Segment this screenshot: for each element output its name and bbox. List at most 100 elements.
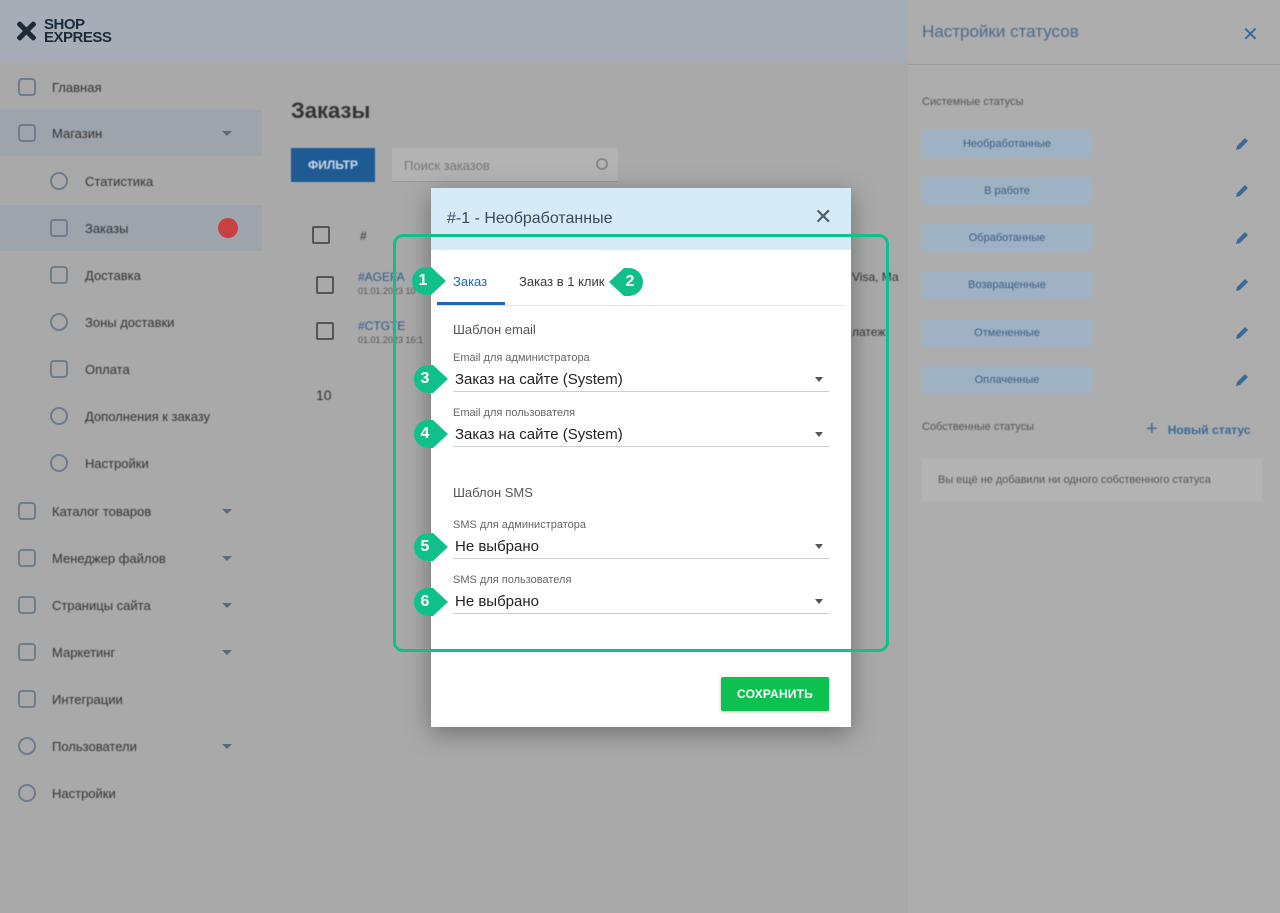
search-input[interactable]: Поиск заказов [392, 148, 618, 182]
sidebar-item-label: Доставка [85, 267, 141, 283]
sidebar-item-marketing[interactable]: Маркетинг [0, 629, 262, 675]
sidebar-item-orders[interactable]: Заказы [0, 205, 262, 251]
status-pill[interactable]: Обработанные [922, 224, 1092, 252]
sidebar-item-label: Каталог товаров [52, 503, 152, 519]
chevron-down-icon [222, 555, 232, 561]
sidebar-item-label: Менеджер файлов [52, 550, 166, 566]
plus-circle-icon [50, 407, 68, 425]
system-statuses-label: Системные статусы [922, 96, 1024, 108]
search-icon [596, 158, 608, 170]
sidebar-item-delivery[interactable]: Доставка [0, 252, 262, 298]
sidebar-item-label: Магазин [52, 125, 103, 141]
select-all-checkbox[interactable] [312, 226, 330, 244]
pencil-icon[interactable] [1234, 325, 1250, 341]
basket-icon [50, 219, 68, 237]
page-size-select[interactable]: 10 [316, 387, 332, 403]
book-icon [18, 502, 36, 520]
close-icon[interactable]: ✕ [1242, 22, 1259, 47]
pencil-icon[interactable] [1234, 183, 1250, 199]
callout-marker-4: 4 [414, 420, 448, 448]
truck-icon [50, 266, 68, 284]
folder-icon [18, 549, 36, 567]
sidebar-item-shop[interactable]: Магазин [0, 110, 262, 156]
sidebar-item-label: Интеграции [52, 691, 123, 707]
callout-marker-1: 1 [412, 267, 446, 295]
credit-card-icon [50, 360, 68, 378]
callout-marker-5: 5 [414, 533, 448, 561]
status-pill[interactable]: Возвращенные [922, 271, 1092, 299]
row-checkbox[interactable] [316, 322, 334, 340]
callout-marker-3: 3 [414, 365, 448, 393]
globe-icon [50, 313, 68, 331]
sidebar-item-label: Оплата [85, 361, 130, 377]
callout-number: 3 [420, 370, 430, 387]
cart-icon [18, 124, 36, 142]
callout-marker-6: 6 [414, 588, 448, 616]
new-status-button[interactable]: + Новый статус [1146, 418, 1250, 441]
chevron-down-icon [222, 508, 232, 514]
status-pill[interactable]: В работе [922, 177, 1092, 205]
sidebar-item-label: Маркетинг [52, 644, 116, 660]
pencil-icon[interactable] [1234, 136, 1250, 152]
column-header-number: # [360, 229, 367, 243]
sidebar-item-payment[interactable]: Оплата [0, 346, 262, 392]
sidebar-item-label: Заказы [85, 220, 129, 236]
top-bar: SHOP EXPRESS [0, 0, 908, 62]
user-icon [18, 737, 36, 755]
status-settings-panel: Настройки статусов ✕ Системные статусы Н… [908, 0, 1280, 913]
pages-icon [18, 596, 36, 614]
modal-title: #-1 - Необработанные [447, 210, 613, 227]
chevron-down-icon [222, 602, 232, 608]
new-status-label: Новый статус [1167, 422, 1251, 437]
logo[interactable]: SHOP EXPRESS [14, 14, 114, 48]
home-icon [18, 78, 36, 96]
pencil-icon[interactable] [1234, 230, 1250, 246]
pie-chart-icon [50, 172, 68, 190]
sidebar-item-integrations[interactable]: Интеграции [0, 676, 262, 722]
row-checkbox[interactable] [316, 276, 334, 294]
sidebar-item-site-pages[interactable]: Страницы сайта [0, 582, 262, 628]
status-pill[interactable]: Необработанные [922, 130, 1092, 158]
pencil-icon[interactable] [1234, 372, 1250, 388]
custom-statuses-label: Собственные статусы [922, 421, 1035, 433]
sidebar-item-users[interactable]: Пользователи [0, 723, 262, 769]
sidebar-item-home[interactable]: Главная [0, 64, 262, 110]
sidebar: Главная Магазин Статистика Заказы Достав… [0, 62, 262, 913]
sidebar-item-label: Настройки [85, 455, 149, 471]
highlight-frame [393, 234, 889, 652]
callout-number: 4 [420, 425, 430, 442]
chevron-down-icon [222, 130, 232, 136]
pencil-icon[interactable] [1234, 277, 1250, 293]
divider [908, 64, 1280, 65]
sidebar-item-label: Статистика [85, 173, 154, 189]
logo-icon [14, 19, 38, 43]
callout-number: 1 [418, 272, 428, 289]
sidebar-item-catalog[interactable]: Каталог товаров [0, 488, 262, 534]
plug-icon [18, 690, 36, 708]
sidebar-item-statistics[interactable]: Статистика [0, 158, 262, 204]
sidebar-item-order-addons[interactable]: Дополнения к заказу [0, 393, 262, 439]
sidebar-item-delivery-zones[interactable]: Зоны доставки [0, 299, 262, 345]
filter-button[interactable]: ФИЛЬТР [291, 148, 375, 182]
empty-custom-statuses: Вы ещё не добавили ни одного собственног… [922, 459, 1262, 501]
save-button[interactable]: СОХРАНИТЬ [721, 677, 829, 711]
sidebar-item-settings[interactable]: Настройки [0, 770, 262, 816]
orders-count-badge [218, 218, 238, 238]
sidebar-item-shop-settings[interactable]: Настройки [0, 440, 262, 486]
callout-number: 6 [420, 593, 430, 610]
sidebar-item-label: Пользователи [52, 738, 137, 754]
callout-marker-2: 2 [609, 268, 643, 296]
status-pill[interactable]: Оплаченные [922, 366, 1092, 394]
megaphone-icon [18, 643, 36, 661]
plus-icon: + [1146, 418, 1158, 440]
sidebar-item-label: Настройки [52, 785, 116, 801]
logo-line-2: EXPRESS [44, 29, 112, 46]
gear-icon [50, 454, 68, 472]
gear-icon [18, 784, 36, 802]
callout-number: 5 [420, 538, 430, 555]
sidebar-item-label: Дополнения к заказу [85, 408, 211, 424]
search-placeholder: Поиск заказов [404, 158, 490, 173]
status-pill[interactable]: Отмененные [922, 319, 1092, 347]
sidebar-item-file-manager[interactable]: Менеджер файлов [0, 535, 262, 581]
close-icon[interactable]: ✕ [814, 206, 832, 228]
